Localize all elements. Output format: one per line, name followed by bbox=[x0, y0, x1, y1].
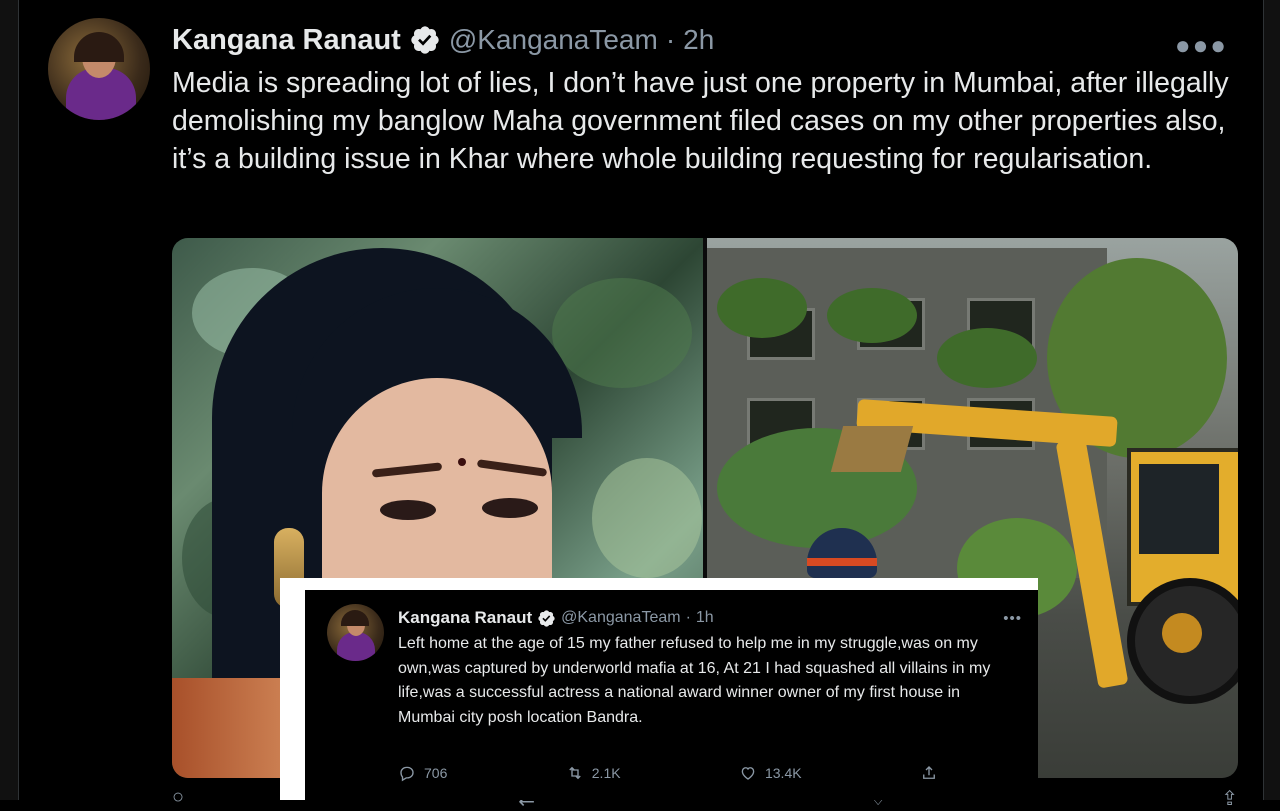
retweet-button[interactable]: 2.1K bbox=[566, 764, 621, 782]
author-handle[interactable]: @KanganaTeam bbox=[449, 24, 658, 56]
reply-button[interactable]: 706 bbox=[398, 764, 447, 782]
retweet-count: 2.1K bbox=[591, 765, 621, 781]
share-button[interactable] bbox=[920, 764, 938, 782]
like-button[interactable]: 13.4K bbox=[739, 764, 802, 782]
inset-author-avatar[interactable] bbox=[327, 604, 384, 661]
inset-separator-dot: · bbox=[685, 609, 691, 626]
author-avatar[interactable] bbox=[48, 18, 150, 120]
reply-count: 706 bbox=[424, 765, 448, 781]
separator-dot: · bbox=[665, 24, 676, 55]
inset-author-name[interactable]: Kangana Ranaut bbox=[398, 608, 532, 628]
reply-icon bbox=[400, 766, 414, 782]
inset-tweet-screenshot: Kangana Ranaut @KanganaTeam · 1h ••• Lef… bbox=[305, 590, 1038, 800]
inset-tweet-actions: 706 2.1K 13.4K bbox=[398, 762, 938, 784]
retweet-icon bbox=[569, 766, 581, 780]
inset-verified-badge-icon bbox=[537, 609, 556, 628]
right-divider bbox=[1263, 0, 1264, 800]
tweet-header: Kangana Ranaut @KanganaTeam · 2h bbox=[172, 22, 714, 58]
author-name[interactable]: Kangana Ranaut bbox=[172, 24, 401, 57]
share-icon[interactable]: ⇪ bbox=[1221, 786, 1238, 810]
reply-icon[interactable]: ○ bbox=[172, 786, 184, 808]
left-divider bbox=[18, 0, 19, 800]
share-icon bbox=[923, 766, 935, 779]
inset-more-options-icon[interactable]: ••• bbox=[1003, 610, 1022, 627]
tweet-text: Media is spreading lot of lies, I don’t … bbox=[172, 67, 1229, 175]
inset-author-handle[interactable]: @KanganaTeam bbox=[561, 609, 680, 627]
more-options-icon[interactable]: ●●● bbox=[1175, 30, 1228, 61]
inset-tweet-text: Left home at the age of 15 my father ref… bbox=[398, 635, 991, 726]
like-count: 13.4K bbox=[764, 765, 802, 781]
tweet-timestamp[interactable]: 2h bbox=[683, 24, 714, 56]
heart-icon bbox=[741, 767, 755, 780]
verified-badge-icon bbox=[409, 24, 441, 56]
inset-tweet-timestamp[interactable]: 1h bbox=[696, 609, 714, 627]
right-gutter bbox=[1264, 0, 1280, 800]
inset-tweet-header: Kangana Ranaut @KanganaTeam · 1h bbox=[398, 606, 714, 630]
left-gutter bbox=[0, 0, 18, 800]
